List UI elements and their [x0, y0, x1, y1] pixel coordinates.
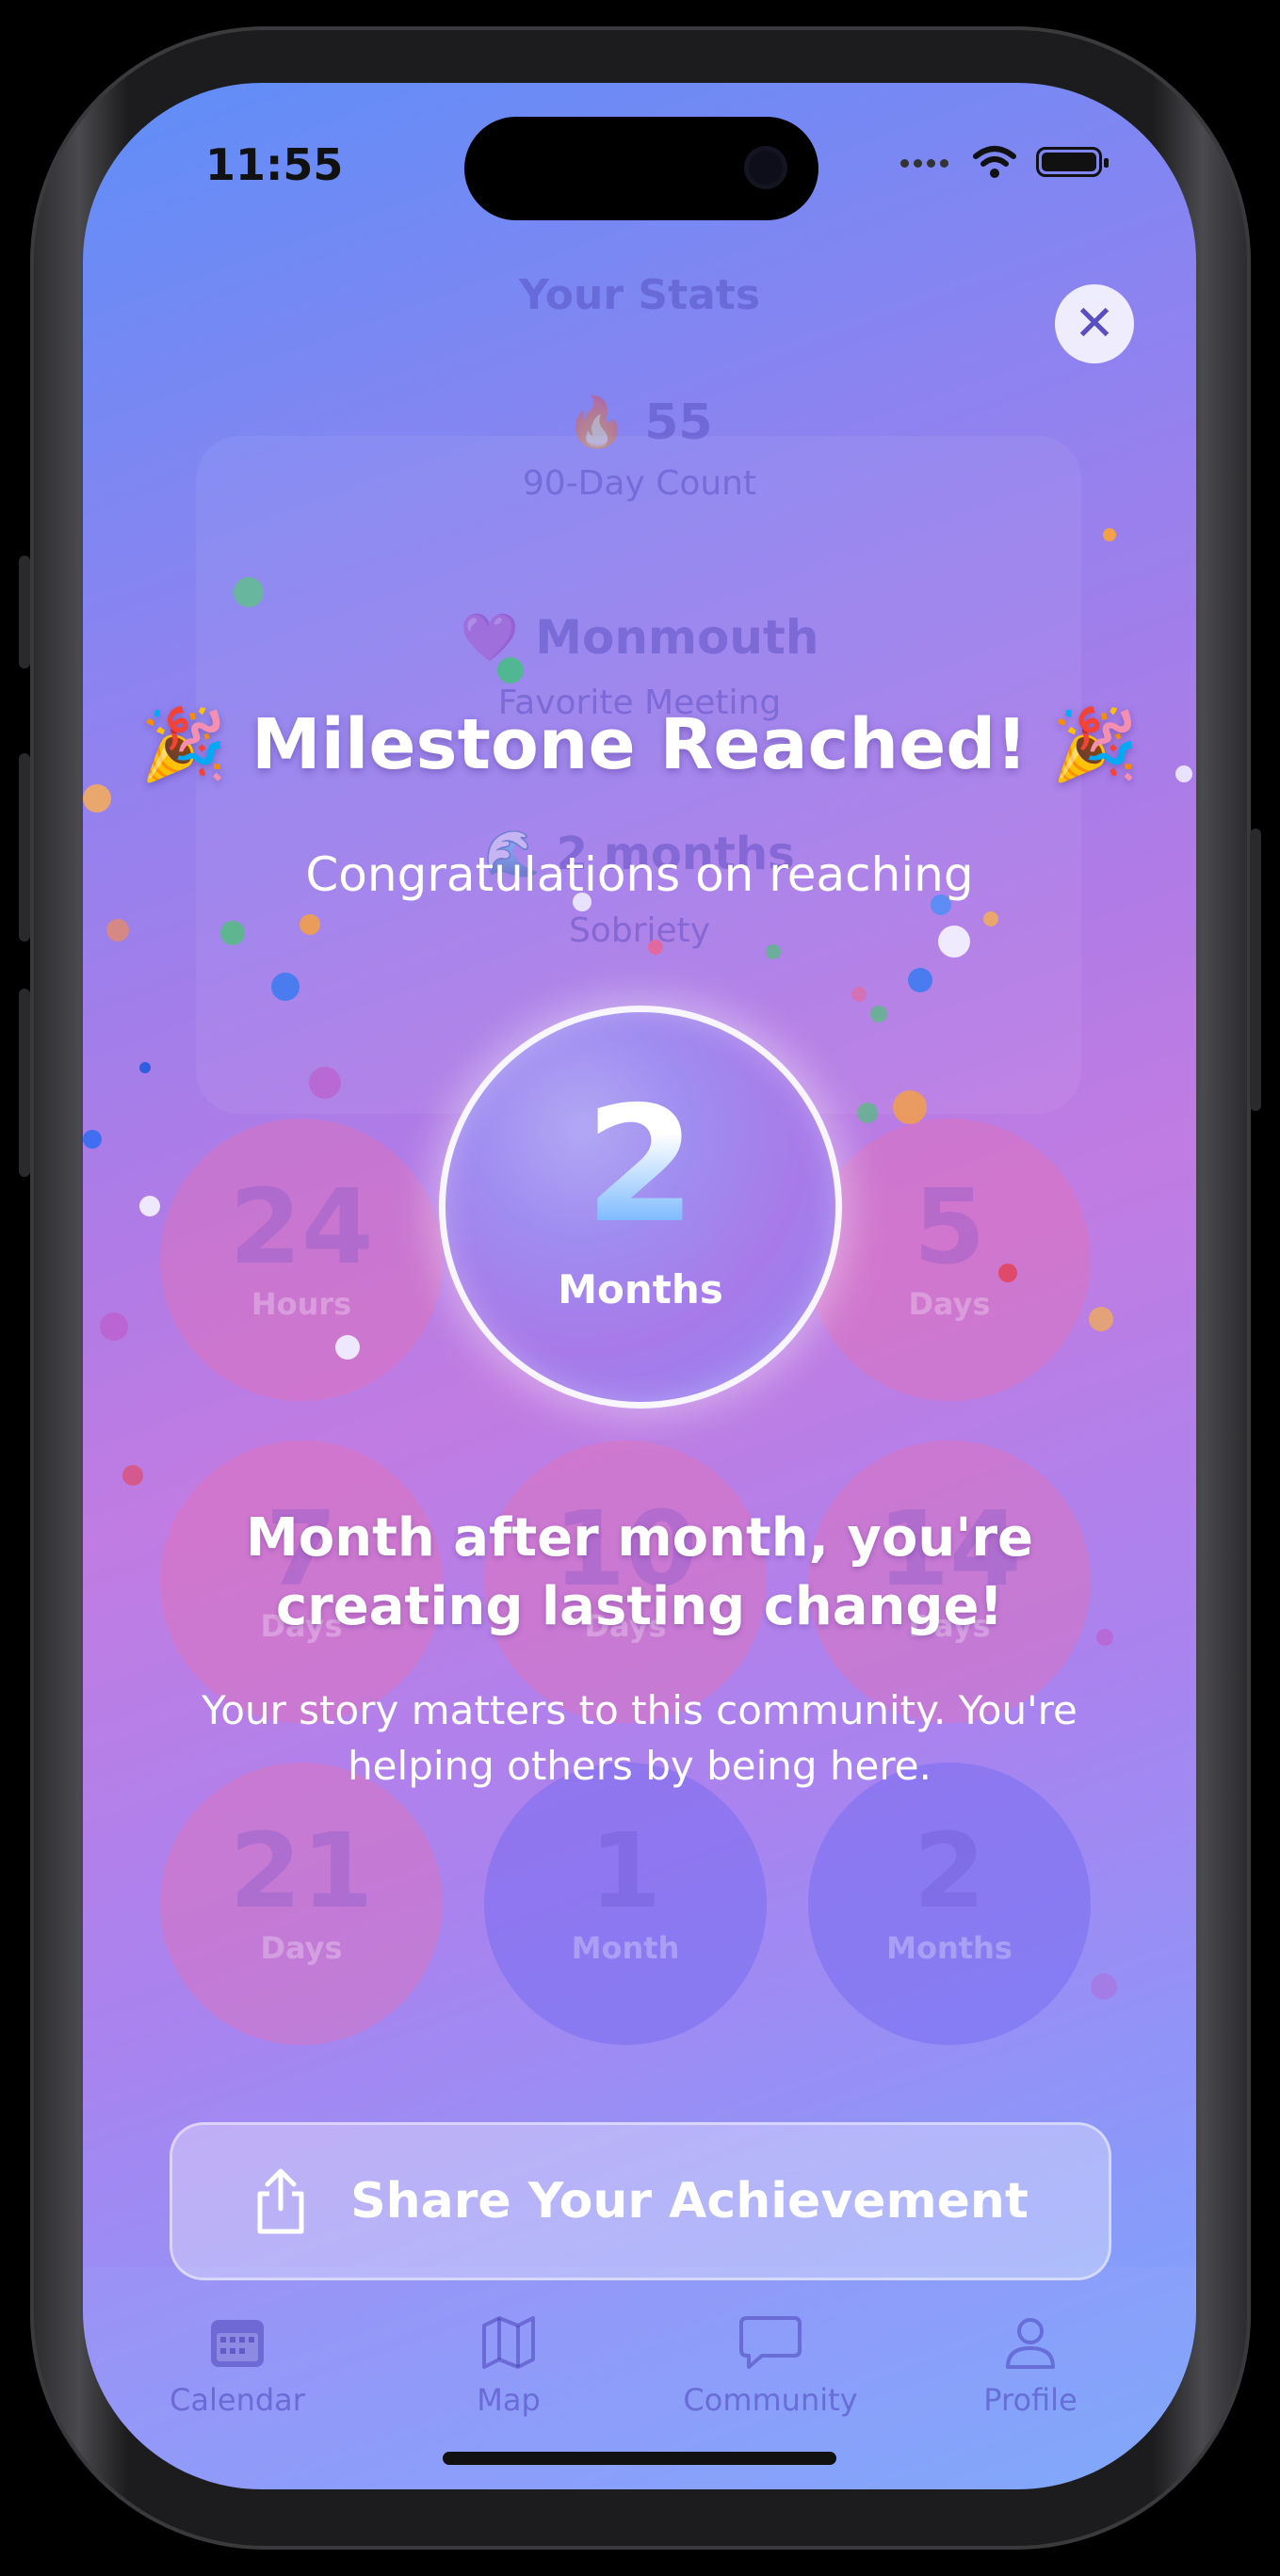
confetti-dot	[908, 968, 932, 992]
share-button-label: Share Your Achievement	[350, 2173, 1029, 2230]
tab-profile[interactable]: Profile	[936, 2314, 1125, 2418]
milestone-subhead: Congratulations on reaching	[305, 847, 974, 902]
confetti-dot	[851, 987, 867, 1002]
background-milestone-1-month: 1 Month	[484, 1763, 767, 2045]
wifi-icon	[973, 146, 1016, 178]
close-icon: ✕	[1074, 296, 1115, 352]
status-time: 11:55	[205, 139, 344, 190]
signal-icon	[900, 153, 953, 171]
confetti-dot	[300, 914, 320, 935]
background-stats-title: Your Stats	[518, 271, 761, 319]
milestone-number: 5	[913, 1167, 986, 1287]
milestone-unit: Days	[908, 1286, 991, 1322]
milestone-number: 1	[589, 1811, 662, 1931]
battery-icon	[1036, 147, 1109, 177]
tab-label: Profile	[983, 2382, 1077, 2418]
milestone-number: 21	[229, 1811, 374, 1931]
confetti-dot	[1103, 528, 1116, 541]
milestone-unit: Months	[886, 1930, 1013, 1966]
confetti-dot	[271, 973, 300, 1001]
calendar-icon	[211, 2320, 264, 2367]
milestone-number: 2	[446, 1086, 835, 1246]
confetti-dot	[870, 1006, 887, 1022]
confetti-dot	[998, 1264, 1017, 1282]
confetti-dot	[106, 919, 129, 942]
power-button	[1250, 829, 1261, 1111]
status-icons	[900, 145, 1109, 179]
confetti-dot	[983, 911, 998, 926]
background-milestone-5-days: 5 Days	[808, 1119, 1091, 1401]
map-icon	[482, 2316, 535, 2369]
confetti-dot	[122, 1465, 143, 1486]
confetti-dot	[893, 1090, 927, 1124]
screen: 11:55 Your Stats 🔥 55 90-Day Count 💜 Mon…	[83, 83, 1196, 2489]
background-count-value: 🔥 55	[566, 394, 713, 451]
milestone-number: 2	[913, 1811, 986, 1931]
confetti-dot	[100, 1312, 128, 1341]
confetti-dot	[139, 1196, 160, 1216]
tab-calendar[interactable]: Calendar	[143, 2314, 332, 2418]
milestone-submessage: Your story matters to this community. Yo…	[202, 1687, 1077, 1789]
background-milestone-21-days: 21 Days	[160, 1763, 443, 2045]
background-milestone-24-hours: 24 Hours	[160, 1119, 443, 1401]
milestone-headline: 🎉 Milestone Reached! 🎉	[140, 704, 1139, 785]
milestone-unit: Days	[260, 1930, 343, 1966]
tab-label: Calendar	[170, 2382, 305, 2418]
confetti-dot	[1091, 1973, 1117, 2000]
confetti-dot	[309, 1067, 341, 1099]
milestone-unit: Hours	[251, 1286, 352, 1322]
camera-icon	[749, 151, 783, 185]
confetti-dot	[139, 1062, 151, 1073]
tab-map[interactable]: Map	[414, 2314, 603, 2418]
confetti-dot	[766, 944, 781, 959]
tab-label: Map	[477, 2382, 541, 2418]
milestone-number: 24	[229, 1167, 374, 1287]
home-indicator[interactable]	[443, 2452, 836, 2465]
background-count-label: 90-Day Count	[522, 464, 757, 503]
background-milestone-2-months: 2 Months	[808, 1763, 1091, 2045]
close-button[interactable]: ✕	[1055, 284, 1134, 363]
confetti-dot	[83, 784, 111, 813]
background-sobriety-label: Sobriety	[568, 911, 711, 950]
confetti-dot	[335, 1335, 360, 1360]
confetti-dot	[497, 657, 524, 684]
confetti-dot	[234, 577, 264, 607]
flame-icon: 🔥	[566, 394, 628, 451]
volume-up-button	[19, 753, 30, 942]
milestone-message: Month after month, you're creating lasti…	[246, 1507, 1033, 1637]
confetti-dot	[857, 1103, 878, 1123]
chat-bubble-icon	[739, 2316, 802, 2369]
milestone-unit: Month	[571, 1930, 680, 1966]
confetti-dot	[648, 940, 663, 955]
person-icon	[1006, 2318, 1055, 2369]
dynamic-island	[464, 117, 818, 220]
confetti-dot	[83, 1130, 102, 1149]
share-achievement-button[interactable]: Share Your Achievement	[170, 2122, 1111, 2280]
side-button	[19, 555, 30, 668]
tab-label: Community	[683, 2382, 858, 2418]
milestone-unit: Months	[558, 1266, 723, 1312]
background-favorite-value: 💜 Monmouth	[460, 610, 819, 665]
milestone-badge: 2 Months	[439, 1006, 842, 1409]
confetti-dot	[938, 926, 970, 958]
tab-community[interactable]: Community	[676, 2314, 865, 2418]
confetti-dot	[1089, 1307, 1113, 1331]
share-icon	[257, 2168, 304, 2234]
volume-down-button	[19, 989, 30, 1177]
confetti-dot	[220, 921, 245, 945]
